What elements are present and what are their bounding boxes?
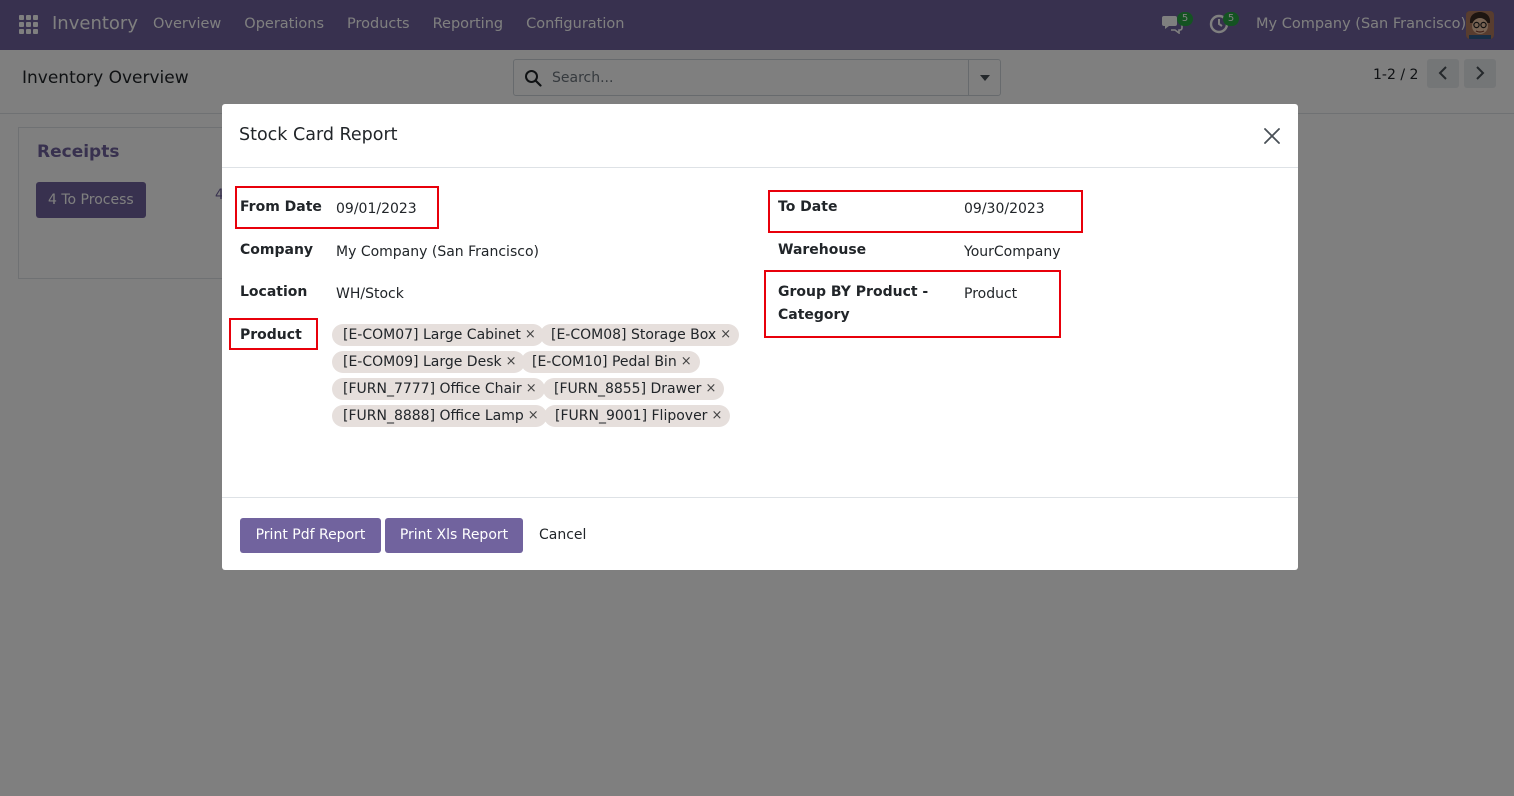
company-field[interactable]: My Company (San Francisco) [336,241,539,264]
remove-tag-icon[interactable]: × [525,324,536,346]
warehouse-label: Warehouse [778,242,867,258]
warehouse-field[interactable]: YourCompany [964,241,1061,264]
modal-title: Stock Card Report [239,125,398,145]
product-tag: [FURN_8855] Drawer × [543,378,725,400]
highlight-group-by [764,270,1061,338]
location-field[interactable]: WH/Stock [336,283,404,306]
product-tag: [FURN_8888] Office Lamp × [332,405,547,427]
highlight-product [229,318,318,350]
highlight-from-date [235,186,439,229]
product-tag: [FURN_7777] Office Chair × [332,378,545,400]
highlight-to-date [768,190,1083,233]
product-tag: [FURN_9001] Flipover × [544,405,731,427]
company-label: Company [240,242,314,258]
product-tag-label: [FURN_8888] Office Lamp [343,408,524,424]
product-tag-label: [FURN_9001] Flipover [555,408,708,424]
product-tag-label: [FURN_8855] Drawer [554,381,702,397]
product-tag: [E-COM08] Storage Box × [540,324,740,346]
remove-tag-icon[interactable]: × [681,351,692,373]
remove-tag-icon[interactable]: × [711,405,722,427]
print-xls-report-button[interactable]: Print Xls Report [385,518,523,553]
product-tag: [E-COM09] Large Desk × [332,351,525,373]
product-tag-label: [E-COM07] Large Cabinet [343,327,521,343]
close-icon[interactable] [1262,126,1282,146]
product-tag-label: [E-COM10] Pedal Bin [532,354,677,370]
cancel-button[interactable]: Cancel [527,518,598,553]
remove-tag-icon[interactable]: × [720,324,731,346]
product-tag: [E-COM10] Pedal Bin × [521,351,700,373]
product-tag: [E-COM07] Large Cabinet × [332,324,544,346]
print-pdf-report-button[interactable]: Print Pdf Report [240,518,381,553]
modal-footer: Print Pdf Report Print Xls Report Cancel [222,497,1298,570]
remove-tag-icon[interactable]: × [705,378,716,400]
remove-tag-icon[interactable]: × [526,378,537,400]
modal-header: Stock Card Report [222,104,1298,168]
remove-tag-icon[interactable]: × [528,405,539,427]
stock-card-report-dialog: Stock Card Report From Date 09/01/2023 C… [222,104,1298,570]
product-tag-label: [FURN_7777] Office Chair [343,381,522,397]
location-label: Location [240,284,308,300]
product-tag-label: [E-COM09] Large Desk [343,354,502,370]
product-tag-label: [E-COM08] Storage Box [551,327,717,343]
remove-tag-icon[interactable]: × [506,351,517,373]
